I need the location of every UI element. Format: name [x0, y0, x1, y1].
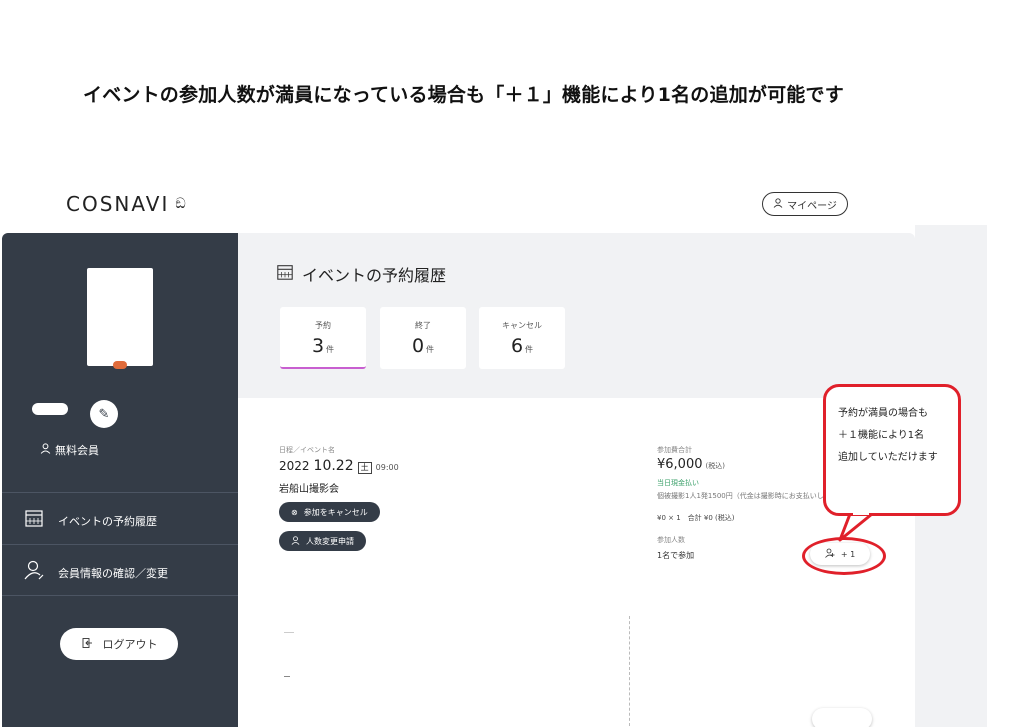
tab-unit: 件: [326, 345, 335, 354]
section-title: イベントの予約履歴: [276, 262, 446, 286]
logout-label: ログアウト: [102, 638, 158, 651]
sidebar-item-reservations[interactable]: イベントの予約履歴: [22, 508, 157, 533]
sidebar-item-label: イベントの予約履歴: [58, 514, 157, 528]
sidebar-divider: [2, 492, 238, 493]
sidebar-item-label: 会員情報の確認／変更: [58, 566, 168, 580]
fee-sum: ¥0 × 1 合計 ¥0 (税込): [657, 514, 735, 522]
logout-icon: [81, 637, 93, 652]
change-participants-label: 人数変更申請: [306, 536, 354, 546]
tab-cancelled[interactable]: キャンセル 6件: [479, 307, 565, 369]
fee-label: 参加費合計: [657, 446, 692, 454]
placeholder-dash: [284, 632, 294, 633]
sidebar: ✎ 無料会員 イベントの予約履歴 会員情報の確認／変更 ログアウト: [2, 233, 238, 727]
tab-unit: 件: [525, 345, 534, 354]
section-title-text: イベントの予約履歴: [302, 266, 447, 285]
user-icon: [40, 443, 51, 457]
next-item-button[interactable]: [812, 708, 872, 727]
edit-profile-button[interactable]: ✎: [90, 400, 118, 428]
event-time: 09:00: [375, 463, 399, 472]
cancel-participation-button[interactable]: ⊗ 参加をキャンセル: [279, 502, 380, 522]
user-icon: [773, 197, 783, 211]
callout-line: 追加していただけます: [838, 452, 938, 463]
tab-label: 予約: [315, 321, 331, 330]
event-year: 2022: [279, 459, 310, 473]
pencil-icon: ✎: [98, 406, 110, 422]
tab-label: キャンセル: [502, 321, 542, 330]
cosnavi-logo[interactable]: COSNAVI ඞ: [66, 192, 188, 216]
participants-label: 参加人数: [657, 536, 685, 544]
tab-count: 3: [311, 335, 325, 357]
mascot-icon: ඞ: [175, 196, 188, 212]
event-date: 2022 10.22 土 09:00: [279, 458, 399, 474]
avatar-accent: [113, 361, 127, 369]
sidebar-divider: [2, 544, 238, 545]
change-participants-button[interactable]: 人数変更申請: [279, 531, 366, 551]
fee-tax: (税込): [705, 462, 725, 470]
column-divider: [629, 616, 630, 726]
calendar-icon: [22, 508, 46, 533]
placeholder-dash: [284, 676, 290, 677]
mypage-label: マイページ: [787, 200, 837, 212]
event-name: 岩船山撮影会: [279, 484, 339, 495]
fee-amount: ¥6,000 (税込): [657, 457, 725, 472]
calendar-icon: [276, 263, 294, 285]
sidebar-divider: [2, 595, 238, 596]
logo-text: COSNAVI: [66, 192, 170, 216]
tab-reserved[interactable]: 予約 3件: [280, 307, 366, 369]
highlight-ring: [802, 537, 886, 575]
member-type-label: 無料会員: [55, 444, 99, 457]
tab-unit: 件: [426, 345, 435, 354]
sidebar-item-account[interactable]: 会員情報の確認／変更: [22, 559, 168, 586]
logout-button[interactable]: ログアウト: [60, 628, 178, 660]
annotation-callout: 予約が満員の場合も ＋１機能により1名 追加していただけます: [823, 384, 961, 516]
tab-count: 6: [510, 335, 524, 357]
user-icon: [291, 535, 300, 547]
tab-count: 0: [411, 335, 425, 357]
tab-label: 終了: [415, 321, 431, 330]
page-heading: イベントの参加人数が満員になっている場合も「＋１」機能により1名の追加が可能です: [83, 84, 844, 106]
close-circle-icon: ⊗: [291, 507, 298, 517]
event-date-label: 日程／イベント名: [279, 446, 335, 454]
user-edit-icon: [22, 559, 46, 586]
payment-note: 当日現金払い: [657, 479, 699, 487]
callout-line: 予約が満員の場合も: [838, 408, 928, 419]
participants-value: 1名で参加: [657, 551, 695, 560]
tab-finished[interactable]: 終了 0件: [380, 307, 466, 369]
event-weekday: 土: [357, 462, 372, 474]
user-name-redacted: [32, 403, 68, 415]
callout-line: ＋１機能により1名: [838, 430, 925, 441]
mypage-button[interactable]: マイページ: [762, 192, 848, 216]
fee-value: ¥6,000: [657, 457, 703, 472]
avatar: [87, 268, 153, 366]
cancel-participation-label: 参加をキャンセル: [303, 507, 368, 517]
event-day: 10.22: [313, 458, 354, 474]
member-type: 無料会員: [40, 442, 99, 458]
